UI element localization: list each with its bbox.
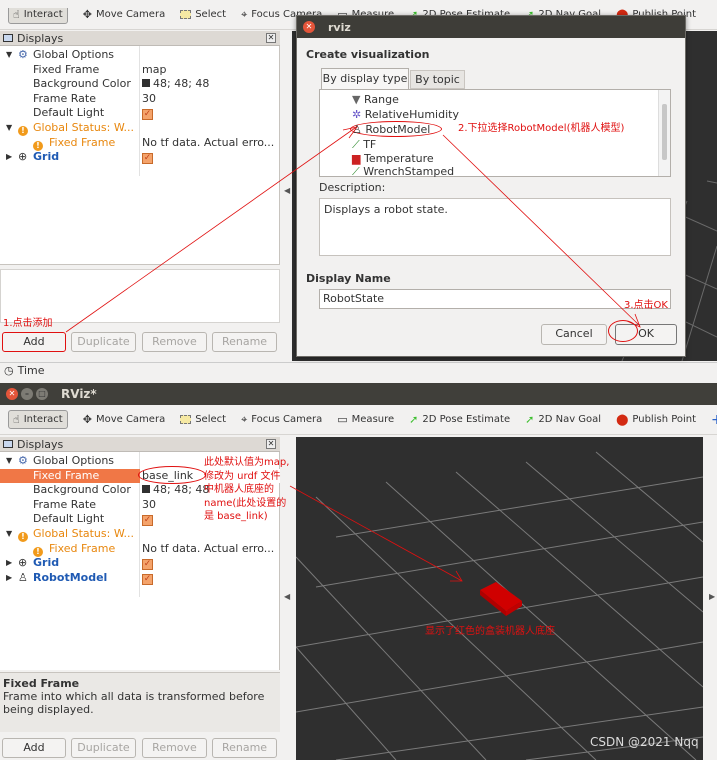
annotation-arrows bbox=[65, 126, 641, 333]
annotation-arrows bbox=[289, 485, 463, 582]
watermark: CSDN @2021 Nqq bbox=[590, 735, 699, 749]
